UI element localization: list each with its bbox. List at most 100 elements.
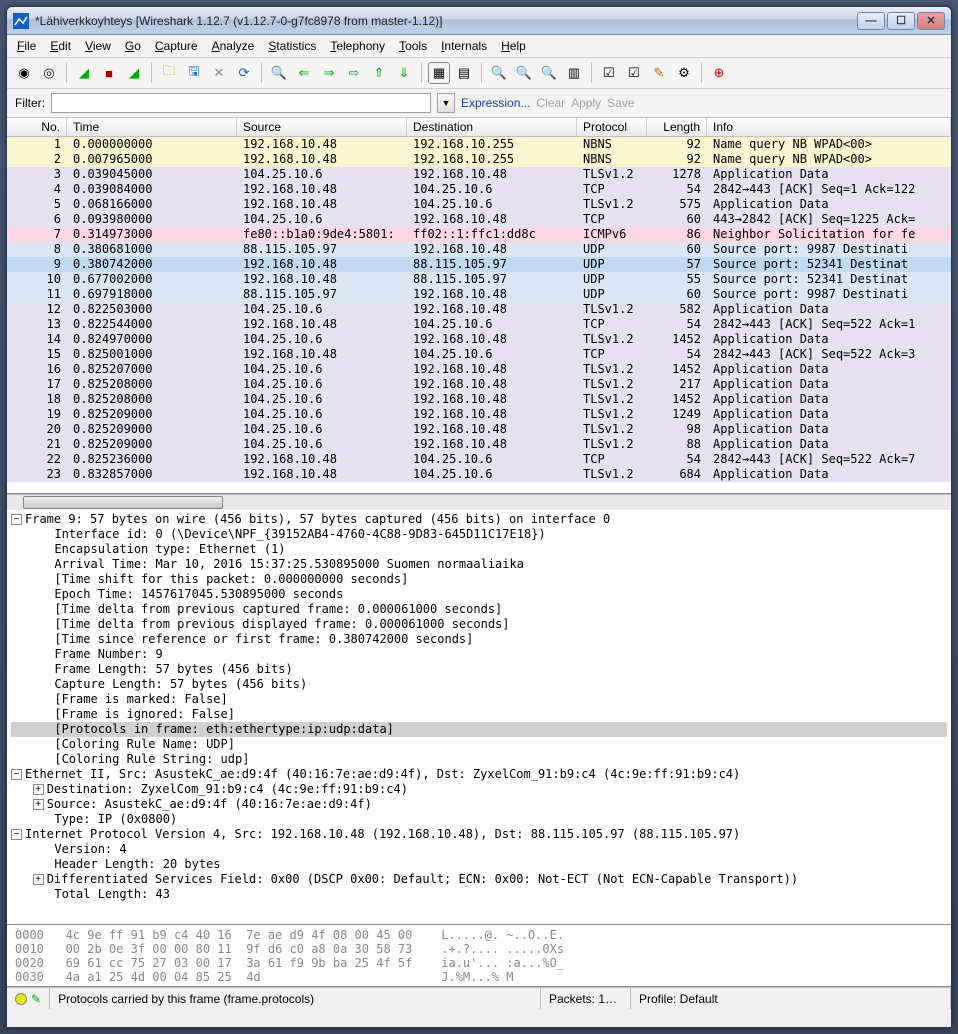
col-header-length[interactable]: Length [647,118,707,136]
detail-line[interactable]: +Destination: ZyxelCom_91:b9:c4 (4c:9e:f… [11,782,947,797]
edit-icon[interactable]: ✎ [31,992,41,1006]
packet-row[interactable]: 110.69791800088.115.105.97192.168.10.48U… [7,287,951,302]
zoom-out-icon[interactable]: 🔍 [513,62,535,84]
menu-statistics[interactable]: Statistics [262,37,322,55]
menu-view[interactable]: View [79,37,117,55]
col-header-no[interactable]: No. [7,118,67,136]
packet-row[interactable]: 180.825208000104.25.10.6192.168.10.48TLS… [7,392,951,407]
detail-line[interactable]: [Time since reference or first frame: 0.… [11,632,947,647]
detail-line[interactable]: [Coloring Rule Name: UDP] [11,737,947,752]
menu-telephony[interactable]: Telephony [324,37,391,55]
packet-row[interactable]: 50.068166000192.168.10.48104.25.10.6TLSv… [7,197,951,212]
menu-edit[interactable]: Edit [44,37,77,55]
packet-row[interactable]: 20.007965000192.168.10.48192.168.10.255N… [7,152,951,167]
detail-line[interactable]: Epoch Time: 1457617045.530895000 seconds [11,587,947,602]
packet-row[interactable]: 160.825207000104.25.10.6192.168.10.48TLS… [7,362,951,377]
menu-tools[interactable]: Tools [393,37,433,55]
collapse-icon[interactable]: − [11,829,22,840]
maximize-button[interactable]: ☐ [887,12,915,30]
detail-line[interactable]: +Source: AsustekC_ae:d9:4f (40:16:7e:ae:… [11,797,947,812]
save-link[interactable]: Save [607,96,634,110]
packet-row[interactable]: 10.000000000192.168.10.48192.168.10.255N… [7,137,951,152]
expert-info-icon[interactable] [15,993,27,1005]
detail-line[interactable]: Encapsulation type: Ethernet (1) [11,542,947,557]
detail-line[interactable]: Frame Number: 9 [11,647,947,662]
go-back-icon[interactable]: ⇐ [293,62,315,84]
col-header-source[interactable]: Source [237,118,407,136]
interfaces-icon[interactable]: ◉ [13,62,35,84]
menu-go[interactable]: Go [119,37,147,55]
expand-icon[interactable]: + [33,874,44,885]
col-header-time[interactable]: Time [67,118,237,136]
packet-row[interactable]: 30.039045000104.25.10.6192.168.10.48TLSv… [7,167,951,182]
status-packets[interactable]: Packets: 1… [541,988,631,1009]
packet-row[interactable]: 120.822503000104.25.10.6192.168.10.48TLS… [7,302,951,317]
expand-icon[interactable]: + [33,784,44,795]
detail-line[interactable]: [Coloring Rule String: udp] [11,752,947,767]
menu-capture[interactable]: Capture [149,37,204,55]
menu-analyze[interactable]: Analyze [206,37,261,55]
detail-line[interactable]: Version: 4 [11,842,947,857]
scrollbar-thumb[interactable] [23,496,223,509]
resize-columns-icon[interactable]: ▥ [563,62,585,84]
apply-link[interactable]: Apply [571,96,601,110]
stop-capture-icon[interactable]: ■ [98,62,120,84]
restart-capture-icon[interactable]: ◢ [123,62,145,84]
packet-row[interactable]: 100.677002000192.168.10.4888.115.105.97U… [7,272,951,287]
capture-filters-icon[interactable]: ☑ [598,62,620,84]
open-file-icon[interactable]: 🗀 [158,62,180,84]
close-button[interactable]: ✕ [917,12,945,30]
detail-line[interactable]: [Frame is ignored: False] [11,707,947,722]
zoom-in-icon[interactable]: 🔍 [488,62,510,84]
go-last-icon[interactable]: ⇓ [393,62,415,84]
auto-scroll-icon[interactable]: ▤ [453,62,475,84]
titlebar[interactable]: *Lähiverkkoyhteys [Wireshark 1.12.7 (v1.… [7,7,951,35]
packet-row[interactable]: 150.825001000192.168.10.48104.25.10.6TCP… [7,347,951,362]
packet-row[interactable]: 60.093980000104.25.10.6192.168.10.48TCP6… [7,212,951,227]
col-header-info[interactable]: Info [707,118,951,136]
packet-row[interactable]: 70.314973000fe80::b1a0:9de4:5801:ff02::1… [7,227,951,242]
detail-line[interactable]: [Time delta from previous captured frame… [11,602,947,617]
detail-line[interactable]: Type: IP (0x0800) [11,812,947,827]
detail-line[interactable]: Capture Length: 57 bytes (456 bits) [11,677,947,692]
packet-list-pane[interactable]: No. Time Source Destination Protocol Len… [7,118,951,494]
detail-line[interactable]: +Differentiated Services Field: 0x00 (DS… [11,872,947,887]
start-capture-icon[interactable]: ◢ [73,62,95,84]
detail-line[interactable]: −Frame 9: 57 bytes on wire (456 bits), 5… [11,512,947,527]
col-header-destination[interactable]: Destination [407,118,577,136]
col-header-protocol[interactable]: Protocol [577,118,647,136]
status-profile[interactable]: Profile: Default [631,988,951,1009]
packet-row[interactable]: 170.825208000104.25.10.6192.168.10.48TLS… [7,377,951,392]
detail-line[interactable]: [Protocols in frame: eth:ethertype:ip:ud… [11,722,947,737]
colorize-icon[interactable]: ▦ [428,62,450,84]
detail-line[interactable]: [Time shift for this packet: 0.000000000… [11,572,947,587]
reload-icon[interactable]: ⟳ [233,62,255,84]
zoom-reset-icon[interactable]: 🔍 [538,62,560,84]
filter-dropdown-icon[interactable]: ▼ [437,93,455,113]
save-file-icon[interactable]: 🖫 [183,62,205,84]
detail-line[interactable]: Interface id: 0 (\Device\NPF_{39152AB4-4… [11,527,947,542]
detail-line[interactable]: Total Length: 43 [11,887,947,902]
packet-row[interactable]: 130.822544000192.168.10.48104.25.10.6TCP… [7,317,951,332]
find-icon[interactable]: 🔍 [268,62,290,84]
packet-row[interactable]: 40.039084000192.168.10.48104.25.10.6TCP5… [7,182,951,197]
options-icon[interactable]: ◎ [38,62,60,84]
packet-row[interactable]: 220.825236000192.168.10.48104.25.10.6TCP… [7,452,951,467]
collapse-icon[interactable]: − [11,769,22,780]
packet-bytes-pane[interactable]: 0000 4c 9e ff 91 b9 c4 40 16 7e ae d9 4f… [7,925,951,987]
detail-line[interactable]: Arrival Time: Mar 10, 2016 15:37:25.5308… [11,557,947,572]
go-to-icon[interactable]: ⇨ [343,62,365,84]
collapse-icon[interactable]: − [11,514,22,525]
detail-line[interactable]: −Internet Protocol Version 4, Src: 192.1… [11,827,947,842]
packet-row[interactable]: 80.38068100088.115.105.97192.168.10.48UD… [7,242,951,257]
help-icon[interactable]: ⊕ [708,62,730,84]
menu-internals[interactable]: Internals [435,37,493,55]
packet-details-pane[interactable]: −Frame 9: 57 bytes on wire (456 bits), 5… [7,510,951,925]
close-file-icon[interactable]: ✕ [208,62,230,84]
expand-icon[interactable]: + [33,799,44,810]
detail-line[interactable]: Frame Length: 57 bytes (456 bits) [11,662,947,677]
packet-row[interactable]: 140.824970000104.25.10.6192.168.10.48TLS… [7,332,951,347]
detail-line[interactable]: Header Length: 20 bytes [11,857,947,872]
packet-row[interactable]: 190.825209000104.25.10.6192.168.10.48TLS… [7,407,951,422]
packet-row[interactable]: 90.380742000192.168.10.4888.115.105.97UD… [7,257,951,272]
